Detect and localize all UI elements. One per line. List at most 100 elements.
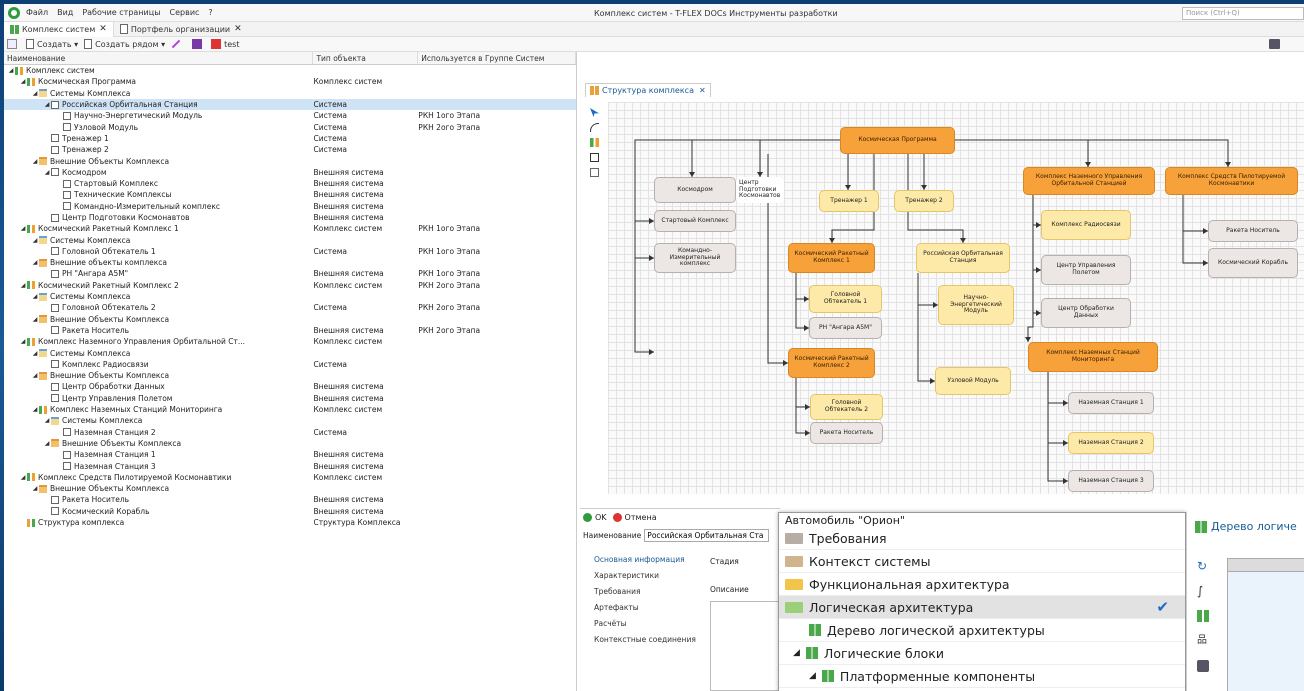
- view-button[interactable]: [7, 39, 20, 49]
- diagram-node-ns3[interactable]: Наземная Станция 3: [1068, 470, 1154, 492]
- tree-row[interactable]: Центр Подготовки Космонавтов Внешняя сист…: [4, 212, 576, 223]
- connector-icon[interactable]: [590, 123, 599, 132]
- expand-icon[interactable]: ◢: [31, 316, 39, 323]
- tree-row[interactable]: ◢ Внешние объекты комплекса: [4, 257, 576, 268]
- tree-row[interactable]: Научно-Энергетический Модуль Система РКН 1…: [4, 110, 576, 121]
- popup-item-logical-blocks[interactable]: ◢ Логические блоки: [779, 642, 1185, 665]
- popup-item-car[interactable]: Автомобиль "Орион": [779, 513, 1185, 527]
- expand-icon[interactable]: ◢: [43, 169, 51, 176]
- diagram-node-cup[interactable]: Центр Управления Полетом: [1041, 255, 1131, 285]
- tree-row[interactable]: ◢ Внешние Объекты Комплекса: [4, 155, 576, 166]
- tab-main-info[interactable]: Основная информация: [580, 555, 705, 571]
- diagram-node-uzel[interactable]: Узловой Модуль: [935, 367, 1011, 395]
- expand-icon[interactable]: ◢: [19, 338, 27, 345]
- tree-row[interactable]: Головной Обтекатель 1 Система РКН 1ого Эта…: [4, 246, 576, 257]
- tree-row[interactable]: ◢ Комплекс систем: [4, 65, 576, 76]
- popup-item-functional[interactable]: Функциональная архитектура: [779, 573, 1185, 596]
- diagram-node-knsm[interactable]: Комплекс Наземных Станций Мониторинга: [1028, 342, 1158, 372]
- diagram-node-kspk[interactable]: Комплекс Средств Пилотируемой Космонавти…: [1165, 167, 1298, 195]
- tree-row[interactable]: ◢ Системы Комплекса: [4, 234, 576, 245]
- tree-row[interactable]: ◢ Космический Ракетный Комплекс 2 Комплекс…: [4, 280, 576, 291]
- expand-icon[interactable]: ◢: [19, 78, 27, 85]
- delete-button[interactable]: test: [211, 39, 239, 49]
- menu-help[interactable]: ?: [208, 8, 212, 17]
- expand-icon[interactable]: ◢: [31, 372, 39, 379]
- tree-row[interactable]: Командно-Измерительный комплекс Внешняя с…: [4, 201, 576, 212]
- create-near-button[interactable]: Создать рядом ▾: [84, 39, 165, 49]
- connector-icon[interactable]: ∫: [1197, 585, 1209, 597]
- expand-icon[interactable]: ◢: [31, 158, 39, 165]
- popup-item-platform[interactable]: ◢ Платформенные компоненты: [779, 665, 1185, 688]
- cancel-button[interactable]: Отмена: [625, 513, 657, 522]
- tree-row[interactable]: ◢ Внешние Объекты Комплекса: [4, 483, 576, 494]
- diagram-node-nem[interactable]: Научно-Энергетический Модуль: [938, 285, 1014, 325]
- close-icon[interactable]: ✕: [699, 86, 706, 95]
- tree-row[interactable]: ◢ Системы Комплекса: [4, 415, 576, 426]
- tree-row[interactable]: Технические Комплексы Внешняя система: [4, 189, 576, 200]
- pointer-icon[interactable]: [590, 108, 599, 117]
- complex-icon[interactable]: [590, 138, 599, 147]
- tree-row[interactable]: Стартовый Комплекс Внешняя система: [4, 178, 576, 189]
- diagram-node-cpk[interactable]: Центр Подготовки Космонавтов: [736, 177, 784, 203]
- diagram-node-cod[interactable]: Центр Обработки Данных: [1041, 298, 1131, 328]
- diagram-node-tr1[interactable]: Тренажер 1: [819, 190, 879, 212]
- search-input[interactable]: Поиск (Ctrl+Q): [1182, 7, 1304, 20]
- description-field[interactable]: [710, 601, 780, 691]
- popup-item-context[interactable]: Контекст системы: [779, 550, 1185, 573]
- diagram-node-ros[interactable]: Российская Орбитальная Станция: [916, 243, 1010, 273]
- diagram-node-prog[interactable]: Космическая Программа: [840, 127, 955, 154]
- tree-row[interactable]: ◢ Комплекс Наземных Станций Мониторинга Ко…: [4, 404, 576, 415]
- diagram-node-go2[interactable]: Головной Обтекатель 2: [810, 394, 883, 420]
- diagram-node-raketa1[interactable]: Ракета Носитель: [1208, 220, 1298, 242]
- expand-icon[interactable]: ◢: [19, 474, 27, 481]
- tab-context-connections[interactable]: Контекстные соединения: [580, 635, 705, 651]
- diagram-node-krk2[interactable]: Космический Ракетный Комплекс 2: [788, 348, 875, 378]
- diagram-node-ns1[interactable]: Наземная Станция 1: [1068, 392, 1154, 414]
- menu-service[interactable]: Сервис: [170, 8, 200, 17]
- diagram-node-start[interactable]: Стартовый Комплекс: [654, 210, 736, 232]
- tree-row[interactable]: ◢ Системы Комплекса: [4, 291, 576, 302]
- tree-row[interactable]: ◢ Системы Комплекса: [4, 347, 576, 358]
- popup-item-requirements[interactable]: Требования: [779, 527, 1185, 550]
- expand-icon[interactable]: ◢: [31, 237, 39, 244]
- popup-item-logical[interactable]: Логическая архитектура ✔: [779, 596, 1185, 619]
- diagram-node-knu[interactable]: Комплекс Наземного Управления Орбитально…: [1023, 167, 1155, 195]
- diagram-node-radio[interactable]: Комплекс Радиосвязи: [1041, 210, 1131, 240]
- tree-row[interactable]: Космический Корабль Внешняя система: [4, 506, 576, 517]
- close-icon[interactable]: ✕: [99, 24, 107, 34]
- tab-artifacts[interactable]: Артефакты: [580, 603, 705, 619]
- tree-row[interactable]: ◢ Комплекс Средств Пилотируемой Космонавт…: [4, 472, 576, 483]
- document-icon[interactable]: [590, 168, 599, 177]
- refresh-icon[interactable]: ↻: [1197, 560, 1209, 572]
- tree-row[interactable]: Наземная Станция 3 Внешняя система: [4, 460, 576, 471]
- diagram-node-krk1[interactable]: Космический Ракетный Комплекс 1: [788, 243, 875, 273]
- tab-calculations[interactable]: Расчёты: [580, 619, 705, 635]
- diagram-node-angara[interactable]: РН "Ангара А5М": [809, 317, 882, 339]
- popup-item-logical-tree[interactable]: Дерево логической архитектуры: [779, 619, 1185, 642]
- expand-icon[interactable]: ◢: [31, 259, 39, 266]
- name-field[interactable]: [644, 528, 770, 542]
- tab-structure[interactable]: Структура комплекса ✕: [585, 83, 711, 97]
- expand-icon[interactable]: ◢: [19, 225, 27, 232]
- system-icon[interactable]: [590, 153, 599, 162]
- expand-icon[interactable]: ◢: [31, 293, 39, 300]
- expand-icon[interactable]: ◢: [31, 406, 39, 413]
- tab-requirements[interactable]: Требования: [580, 587, 705, 603]
- expand-icon[interactable]: ◢: [7, 67, 15, 74]
- column-header-name[interactable]: Наименование: [4, 52, 314, 64]
- expand-icon[interactable]: ◢: [43, 417, 51, 424]
- tree-row[interactable]: Наземная Станция 2 Система: [4, 427, 576, 438]
- menu-file[interactable]: Файл: [26, 8, 48, 17]
- tree-row[interactable]: ◢ Космическая Программа Комплекс систем: [4, 76, 576, 87]
- ok-button[interactable]: OK: [595, 513, 607, 522]
- column-header-group[interactable]: Используется в Группе Систем: [418, 52, 576, 64]
- diagram-node-tr2[interactable]: Тренажер 2: [894, 190, 954, 212]
- tree-row[interactable]: ◢ Внешние Объекты Комплекса: [4, 314, 576, 325]
- diagram-node-kik[interactable]: Командно-Измерительный комплекс: [654, 243, 736, 273]
- print-icon[interactable]: [1197, 660, 1209, 672]
- logical-tree-tab[interactable]: Дерево логиче: [1195, 520, 1304, 533]
- tree-row[interactable]: Структура комплекса Структура Комплекса: [4, 517, 576, 528]
- tree-row[interactable]: ◢ Внешние Объекты Комплекса: [4, 370, 576, 381]
- diagram-node-go1[interactable]: Головной Обтекатель 1: [809, 285, 882, 313]
- tree-row[interactable]: Наземная Станция 1 Внешняя система: [4, 449, 576, 460]
